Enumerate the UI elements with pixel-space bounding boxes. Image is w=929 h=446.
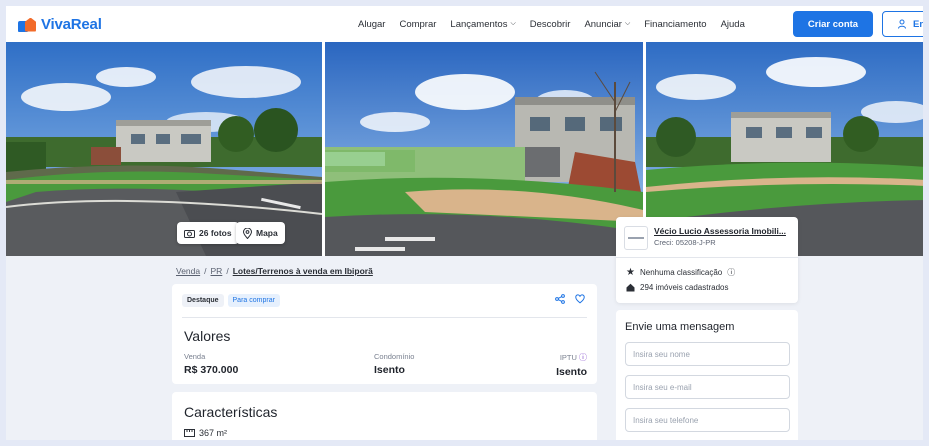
breadcrumb: Venda / PR / Lotes/Terrenos à venda em I… (176, 266, 373, 276)
nav-item-alugar[interactable]: Alugar (358, 19, 385, 30)
message-title: Envie uma mensagem (625, 321, 735, 333)
login-button[interactable]: Entrar (882, 11, 929, 37)
agent-creci: Creci: 05208-J-PR (654, 238, 716, 247)
features-card: Características 367 m² (172, 392, 597, 446)
features-title: Características (184, 404, 278, 420)
breadcrumb-separator: / (226, 266, 229, 276)
agent-name[interactable]: Vécio Lucio Assessoria Imobili... (654, 226, 786, 236)
star-icon: ★ (626, 267, 635, 278)
chevron-down-icon: ⌵ (510, 20, 516, 27)
condo-value: Isento (374, 364, 405, 376)
map-pin-icon (243, 227, 252, 239)
message-textarea[interactable] (625, 440, 790, 446)
heart-icon[interactable] (575, 294, 585, 304)
listing-actions (555, 294, 585, 304)
values-card: Destaque Para comprar Valores Venda R$ 3… (172, 284, 597, 384)
create-account-button[interactable]: Criar conta (793, 11, 873, 37)
user-icon (898, 19, 906, 29)
nav-item-descobrir[interactable]: Descobrir (530, 19, 571, 30)
top-header: VivaReal Alugar Comprar Lançamentos ⌵ Des… (6, 6, 929, 42)
badge-destaque: Destaque (182, 294, 224, 307)
main-nav: Alugar Comprar Lançamentos ⌵ Descobrir An… (358, 6, 745, 42)
sale-label: Venda (184, 352, 206, 361)
nav-item-lancamentos[interactable]: Lançamentos ⌵ (450, 19, 515, 30)
iptu-label: IPTU ⓘ (559, 353, 587, 362)
agent-logo[interactable] (624, 226, 648, 250)
badge-para-comprar: Para comprar (227, 294, 280, 307)
message-form: Envie uma mensagem Insira seu nome Insir… (616, 310, 798, 446)
gallery-photo-2[interactable] (325, 42, 643, 256)
values-title: Valores (184, 328, 231, 344)
breadcrumb-current[interactable]: Lotes/Terrenos à venda em Ibiporã (233, 266, 373, 276)
logo-house-icon (18, 17, 36, 32)
name-field[interactable]: Insira seu nome (625, 342, 790, 366)
divider (182, 317, 587, 318)
info-icon[interactable]: ⓘ (579, 353, 587, 362)
map-button[interactable]: Mapa (236, 222, 285, 244)
divider (616, 257, 798, 258)
condo-label: Condomínio (374, 352, 415, 361)
share-icon[interactable] (555, 294, 565, 304)
vivareal-logo[interactable]: VivaReal (18, 16, 102, 33)
nav-item-comprar[interactable]: Comprar (399, 19, 436, 30)
iptu-value: Isento (556, 366, 587, 378)
agent-rating: ★ Nenhuma classificação ⓘ (626, 267, 736, 278)
agent-listings: 294 imóveis cadastrados (626, 283, 729, 292)
sale-value: R$ 370.000 (184, 364, 239, 376)
agent-card: Vécio Lucio Assessoria Imobili... Creci:… (616, 217, 798, 303)
camera-icon (184, 229, 195, 238)
listing-badges: Destaque Para comprar (182, 294, 280, 307)
info-icon[interactable]: ⓘ (727, 267, 735, 278)
nav-item-anunciar[interactable]: Anunciar ⌵ (584, 19, 630, 30)
breadcrumb-venda[interactable]: Venda (176, 266, 200, 276)
breadcrumb-pr[interactable]: PR (211, 266, 223, 276)
condo-fee: Condomínio Isento (374, 352, 414, 376)
nav-item-financiamento[interactable]: Financiamento (644, 19, 706, 30)
sale-price: Venda R$ 370.000 (184, 352, 238, 376)
phone-field[interactable]: Insira seu telefone (625, 408, 790, 432)
breadcrumb-separator: / (204, 266, 207, 276)
photos-button[interactable]: 26 fotos (177, 222, 239, 244)
ruler-icon (184, 429, 195, 437)
gallery-photo-1[interactable]: 26 fotos Mapa (6, 42, 322, 256)
nav-item-ajuda[interactable]: Ajuda (721, 19, 745, 30)
email-field[interactable]: Insira seu e-mail (625, 375, 790, 399)
house-icon (626, 283, 635, 292)
chevron-down-icon: ⌵ (624, 20, 631, 27)
logo-text: VivaReal (41, 16, 102, 33)
iptu: IPTU ⓘ Isento (556, 352, 587, 378)
area-feature: 367 m² (184, 428, 227, 438)
